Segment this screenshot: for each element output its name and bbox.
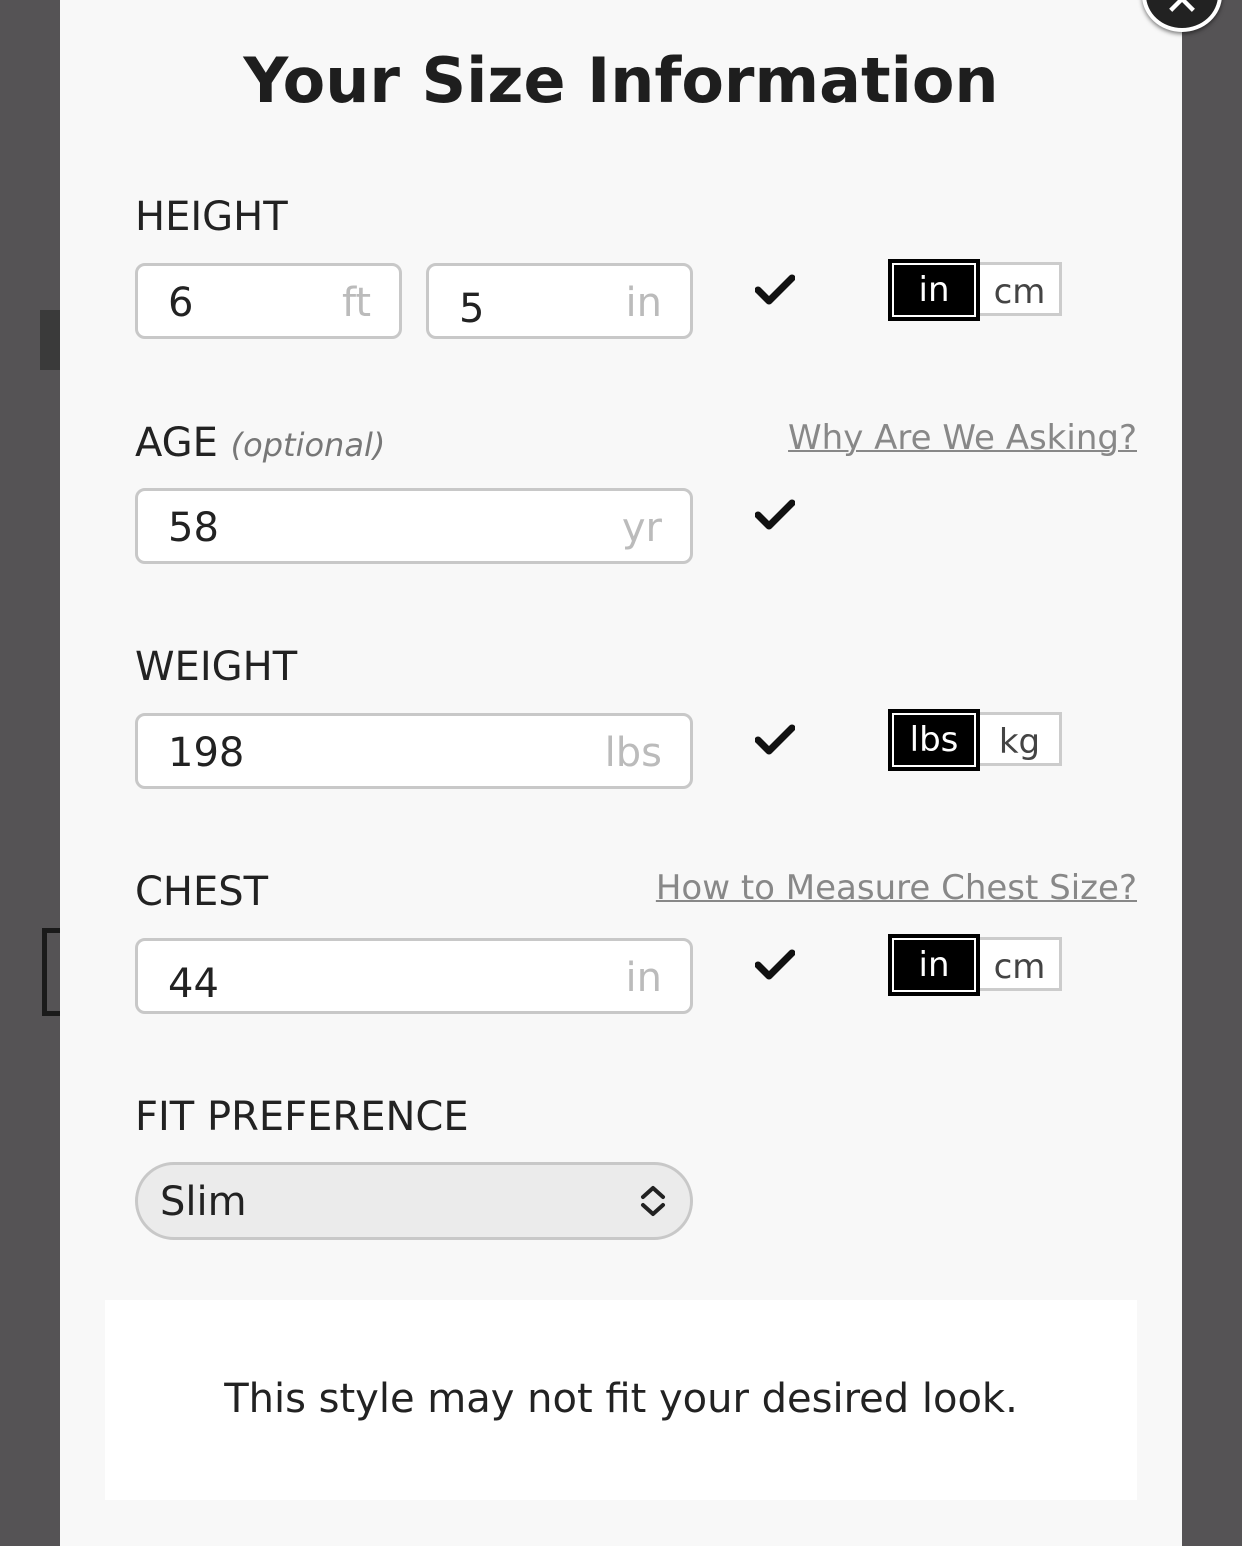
height-inches-input[interactable]: 5 in xyxy=(426,263,693,339)
chest-unit-toggle: in cm xyxy=(888,934,1062,997)
fit-preference-select[interactable]: Slim xyxy=(135,1162,693,1240)
fit-preference-label: FIT PREFERENCE xyxy=(135,1094,469,1140)
background-page-border xyxy=(42,928,60,1016)
chest-unit: in xyxy=(625,955,662,1001)
weight-unit: lbs xyxy=(604,730,662,776)
age-optional: (optional) xyxy=(230,426,386,464)
height-unit-cm[interactable]: cm xyxy=(980,262,1062,316)
weight-unit-kg[interactable]: kg xyxy=(980,712,1062,766)
height-feet-value: 6 xyxy=(168,280,194,326)
chest-unit-cm[interactable]: cm xyxy=(980,937,1062,991)
why-asking-link[interactable]: Why Are We Asking? xyxy=(788,418,1137,458)
age-unit: yr xyxy=(621,505,662,551)
height-label: HEIGHT xyxy=(135,194,288,240)
background-page xyxy=(40,310,60,370)
age-value: 58 xyxy=(168,505,219,551)
height-unit-toggle: in cm xyxy=(888,259,1062,322)
height-feet-input[interactable]: 6 ft xyxy=(135,263,402,339)
modal-title: Your Size Information xyxy=(243,44,999,117)
age-label-text: AGE xyxy=(135,420,218,466)
weight-label: WEIGHT xyxy=(135,644,298,690)
age-input[interactable]: 58 yr xyxy=(135,488,693,564)
fit-notice-text: This style may not fit your desired look… xyxy=(224,1376,1018,1422)
height-inches-unit: in xyxy=(625,280,662,326)
measure-chest-link[interactable]: How to Measure Chest Size? xyxy=(656,868,1137,908)
weight-unit-toggle: lbs kg xyxy=(888,709,1062,772)
size-info-modal: Your Size Information HEIGHT 6 ft 5 in i… xyxy=(60,0,1182,1546)
height-inches-value: 5 xyxy=(459,286,485,332)
chevron-updown-icon xyxy=(641,1186,665,1216)
chest-unit-in[interactable]: in xyxy=(888,934,980,996)
fit-preference-value: Slim xyxy=(160,1179,247,1225)
age-label: AGE (optional) xyxy=(135,420,385,466)
height-check-icon xyxy=(755,274,795,305)
weight-check-icon xyxy=(755,724,795,755)
fit-notice: This style may not fit your desired look… xyxy=(105,1300,1137,1500)
chest-check-icon xyxy=(755,949,795,980)
weight-unit-lbs[interactable]: lbs xyxy=(888,709,980,771)
height-unit-in[interactable]: in xyxy=(888,259,980,321)
height-feet-unit: ft xyxy=(341,280,371,326)
age-check-icon xyxy=(755,499,795,530)
chest-input[interactable]: 44 in xyxy=(135,938,693,1014)
chest-label: CHEST xyxy=(135,869,269,915)
chest-value: 44 xyxy=(168,961,219,1007)
weight-value: 198 xyxy=(168,730,245,776)
weight-input[interactable]: 198 lbs xyxy=(135,713,693,789)
